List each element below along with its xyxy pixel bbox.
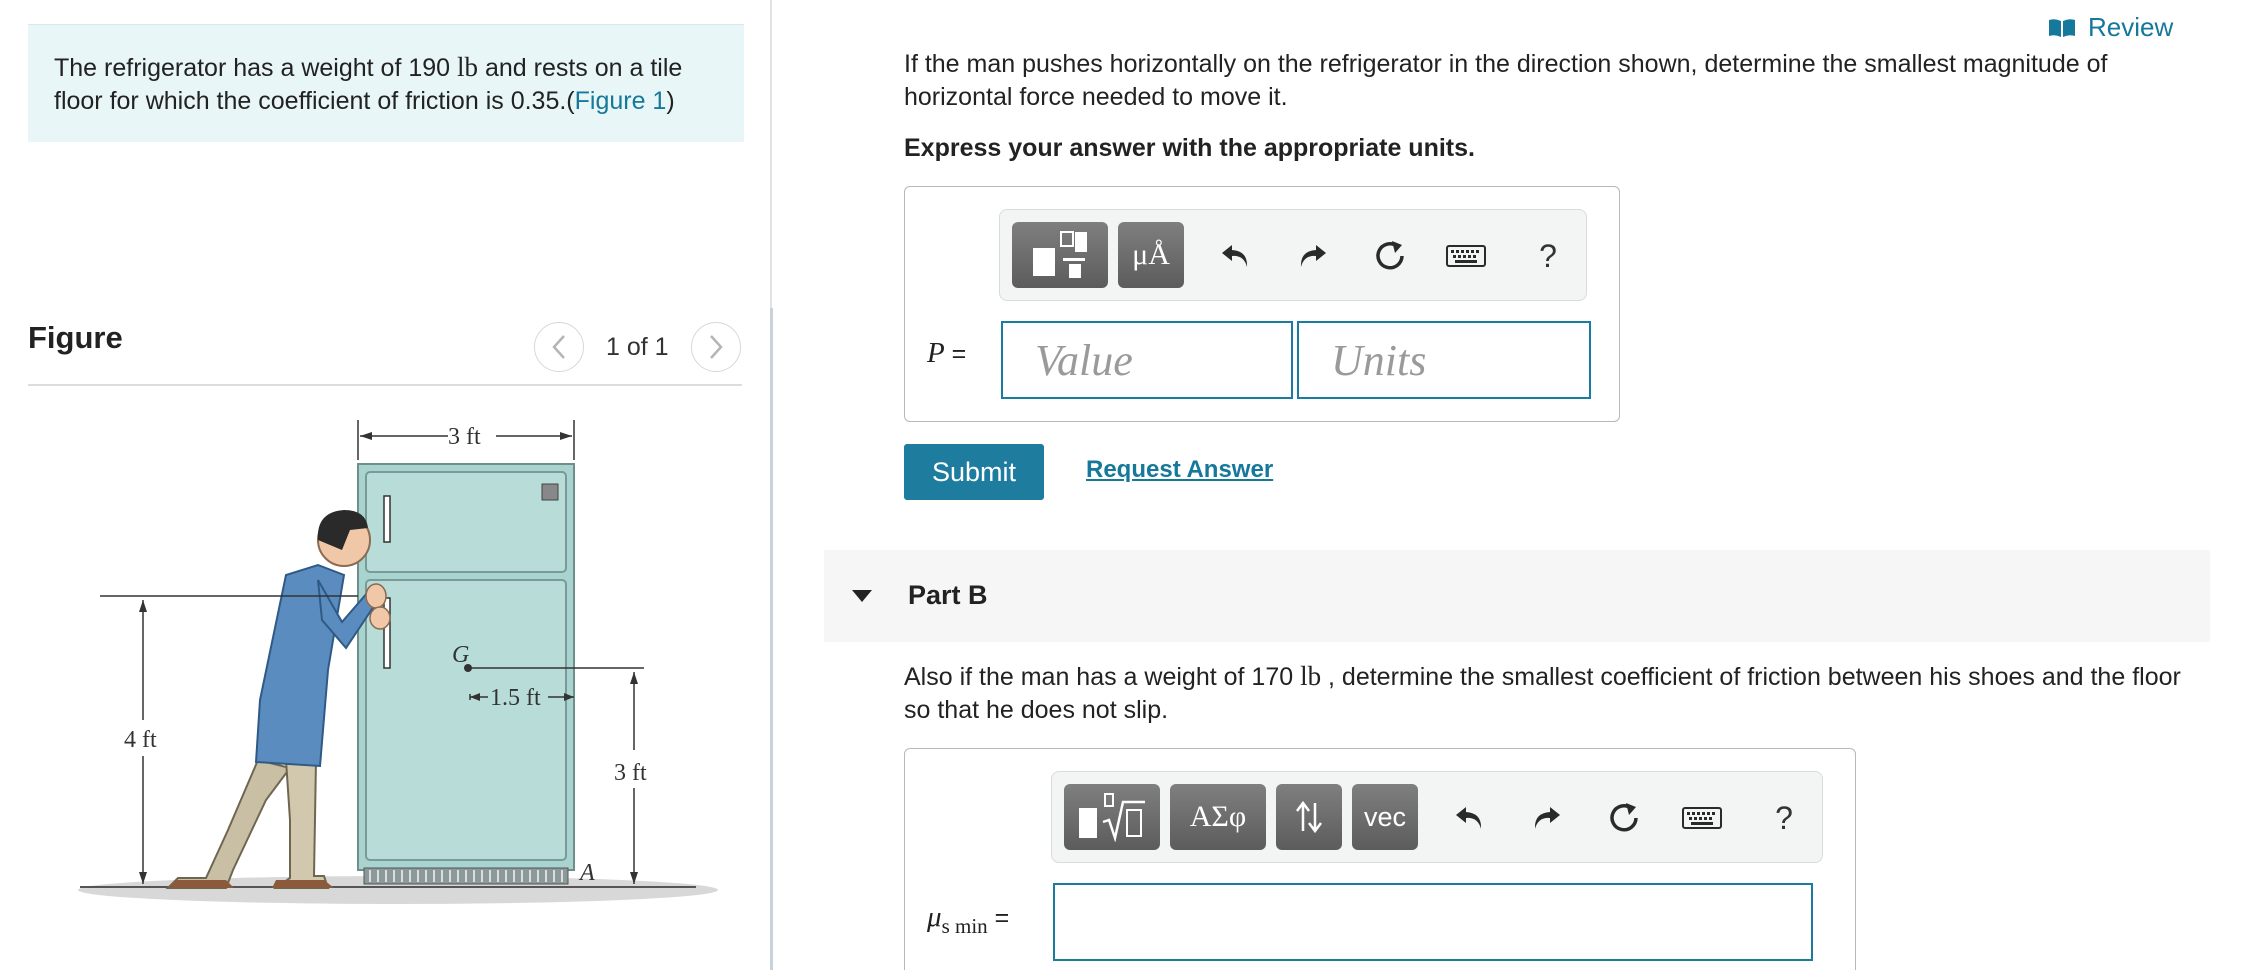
review-label: Review bbox=[2088, 12, 2174, 42]
part-a-toolbar: μÅ ? bbox=[999, 209, 1587, 301]
value-input[interactable]: Value bbox=[1001, 321, 1293, 399]
left-panel: The refrigerator has a weight of 190 lb … bbox=[0, 0, 770, 970]
offset-label: 1.5 ft bbox=[490, 685, 541, 711]
figure-title: Figure bbox=[28, 320, 123, 355]
keyboard-button[interactable] bbox=[1440, 230, 1492, 282]
caret-down-icon bbox=[852, 590, 872, 602]
greek-symbols-button[interactable]: ΑΣφ bbox=[1170, 784, 1266, 850]
redo-icon bbox=[1300, 245, 1326, 267]
problem-text-1: The refrigerator has a weight of 190 bbox=[54, 54, 458, 82]
p-variable-label: P = bbox=[927, 337, 966, 370]
part-b-text-1: Also if the man has a weight of 170 bbox=[904, 663, 1301, 691]
keyboard-button-b[interactable] bbox=[1676, 792, 1728, 844]
right-height-label: 3 ft bbox=[614, 760, 647, 786]
width-label: 3 ft bbox=[448, 424, 481, 450]
figure-divider bbox=[28, 384, 742, 386]
column-divider[interactable] bbox=[770, 308, 773, 970]
chevron-right-icon bbox=[709, 335, 723, 359]
request-answer-link[interactable]: Request Answer bbox=[1086, 456, 1273, 484]
submit-button[interactable]: Submit bbox=[904, 444, 1044, 500]
undo-icon bbox=[1222, 245, 1248, 267]
previous-figure-button[interactable] bbox=[534, 322, 584, 372]
undo-icon bbox=[1456, 807, 1482, 829]
figure-pager: 1 of 1 bbox=[534, 322, 741, 372]
refrigerator bbox=[357, 463, 575, 885]
undo-button-b[interactable] bbox=[1444, 792, 1496, 844]
part-b-question: Also if the man has a weight of 170 lb ,… bbox=[904, 660, 2204, 727]
reset-button-b[interactable] bbox=[1598, 792, 1650, 844]
templates-icon bbox=[1033, 231, 1087, 278]
figure-link[interactable]: Figure 1 bbox=[575, 87, 667, 115]
reset-button[interactable] bbox=[1364, 230, 1416, 282]
coefficient-input[interactable] bbox=[1053, 883, 1813, 961]
problem-text-3: ) bbox=[666, 87, 675, 115]
p-symbol: P bbox=[927, 337, 945, 369]
corner-label: A bbox=[578, 860, 595, 886]
left-height-label: 4 ft bbox=[124, 727, 157, 753]
part-a-question: If the man pushes horizontally on the re… bbox=[904, 50, 2108, 111]
templates-sqrt-icon bbox=[1079, 793, 1145, 842]
man-pushing bbox=[165, 510, 391, 889]
redo-button-b[interactable] bbox=[1520, 792, 1572, 844]
review-link[interactable]: Review bbox=[2048, 12, 2173, 43]
mu-symbol: μ bbox=[927, 901, 942, 933]
chevron-left-icon bbox=[552, 335, 565, 359]
refrigerator-figure: 3 ft G 1.5 ft 4 ft 3 ft A bbox=[78, 420, 718, 904]
column-divider-top bbox=[770, 0, 772, 308]
up-down-arrows-icon bbox=[1296, 800, 1322, 834]
templates-sqrt-button[interactable] bbox=[1064, 784, 1160, 850]
help-button[interactable]: ? bbox=[1522, 230, 1574, 282]
man-weight-unit: lb bbox=[1300, 661, 1322, 691]
pager-count: 1 of 1 bbox=[606, 332, 669, 361]
problem-statement: The refrigerator has a weight of 190 lb … bbox=[28, 24, 744, 142]
help-button-b[interactable]: ? bbox=[1758, 792, 1810, 844]
reset-icon bbox=[1376, 241, 1404, 270]
weight-unit: lb bbox=[457, 52, 479, 82]
mu-subscript: s min bbox=[941, 913, 988, 938]
part-b-toolbar: ΑΣφ vec ? bbox=[1051, 771, 1823, 863]
mu-equals: = bbox=[987, 904, 1010, 932]
reset-icon bbox=[1610, 803, 1638, 832]
next-figure-button[interactable] bbox=[690, 322, 741, 372]
keyboard-icon bbox=[1682, 807, 1722, 829]
templates-button[interactable] bbox=[1012, 222, 1108, 288]
book-icon bbox=[2049, 18, 2075, 37]
subscript-superscript-button[interactable] bbox=[1276, 784, 1342, 850]
units-button[interactable]: μÅ bbox=[1118, 222, 1184, 288]
redo-button[interactable] bbox=[1286, 230, 1338, 282]
p-equals: = bbox=[944, 340, 967, 368]
vector-button[interactable]: vec bbox=[1352, 784, 1418, 850]
mu-variable-label: μs min = bbox=[927, 901, 1009, 939]
part-a-answer-box: μÅ ? P = Value Units bbox=[904, 186, 1620, 422]
part-a-instruction: Express your answer with the appropriate… bbox=[904, 134, 1475, 162]
units-input[interactable]: Units bbox=[1297, 321, 1591, 399]
undo-button[interactable] bbox=[1210, 230, 1262, 282]
keyboard-icon bbox=[1446, 245, 1486, 267]
part-b-title: Part B bbox=[908, 580, 988, 610]
g-label: G bbox=[452, 642, 469, 668]
redo-icon bbox=[1534, 807, 1560, 829]
part-b-header[interactable]: Part B bbox=[824, 550, 2210, 642]
part-b-answer-box: ΑΣφ vec ? μs min = bbox=[904, 748, 1856, 970]
